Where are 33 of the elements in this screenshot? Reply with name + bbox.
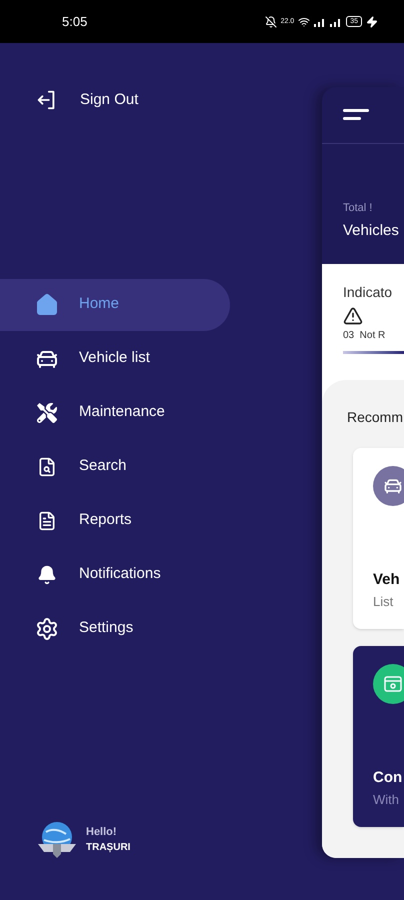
- section-title: Recomm: [347, 408, 404, 427]
- warning-icon: [343, 306, 363, 326]
- card-title: Veh: [373, 570, 401, 590]
- menu-item[interactable]: Reports: [0, 494, 230, 546]
- mute-icon: [264, 16, 277, 28]
- globe-logo: [36, 820, 78, 860]
- feature-card[interactable]: Con With: [353, 646, 404, 827]
- feature-card[interactable]: Veh List: [353, 448, 404, 629]
- menu-item[interactable]: Settings: [0, 602, 230, 654]
- menu-item[interactable]: Home: [0, 278, 230, 330]
- settings-icon: [35, 616, 59, 640]
- total-label: Total !: [343, 201, 374, 216]
- card-subtitle: List: [373, 592, 394, 610]
- greeting-text: Hello!: [86, 825, 118, 840]
- menu-item[interactable]: Search: [0, 440, 230, 492]
- indicator-text: 03 Not R: [343, 329, 386, 343]
- menu-item[interactable]: Notifications: [0, 548, 230, 600]
- wifi-icon: [298, 16, 310, 28]
- total-title: Vehicles: [343, 220, 400, 240]
- card-subtitle: With: [373, 790, 400, 808]
- menu-item[interactable]: Vehicle list: [0, 332, 230, 384]
- signal-icon: [314, 16, 342, 26]
- charging-icon: [366, 16, 378, 28]
- user-name: TRAȘURI: [86, 841, 130, 855]
- status-time: 5:05: [62, 12, 88, 31]
- tools-icon: [37, 402, 57, 422]
- indicator-title: Indicato: [343, 283, 394, 302]
- sign-out-button[interactable]: Sign Out: [36, 89, 138, 112]
- screen-icon: [384, 676, 402, 692]
- menu-icon[interactable]: [343, 109, 369, 121]
- card-title: Con: [373, 768, 404, 788]
- menu-item[interactable]: Maintenance: [0, 386, 230, 438]
- home-icon: [35, 292, 59, 316]
